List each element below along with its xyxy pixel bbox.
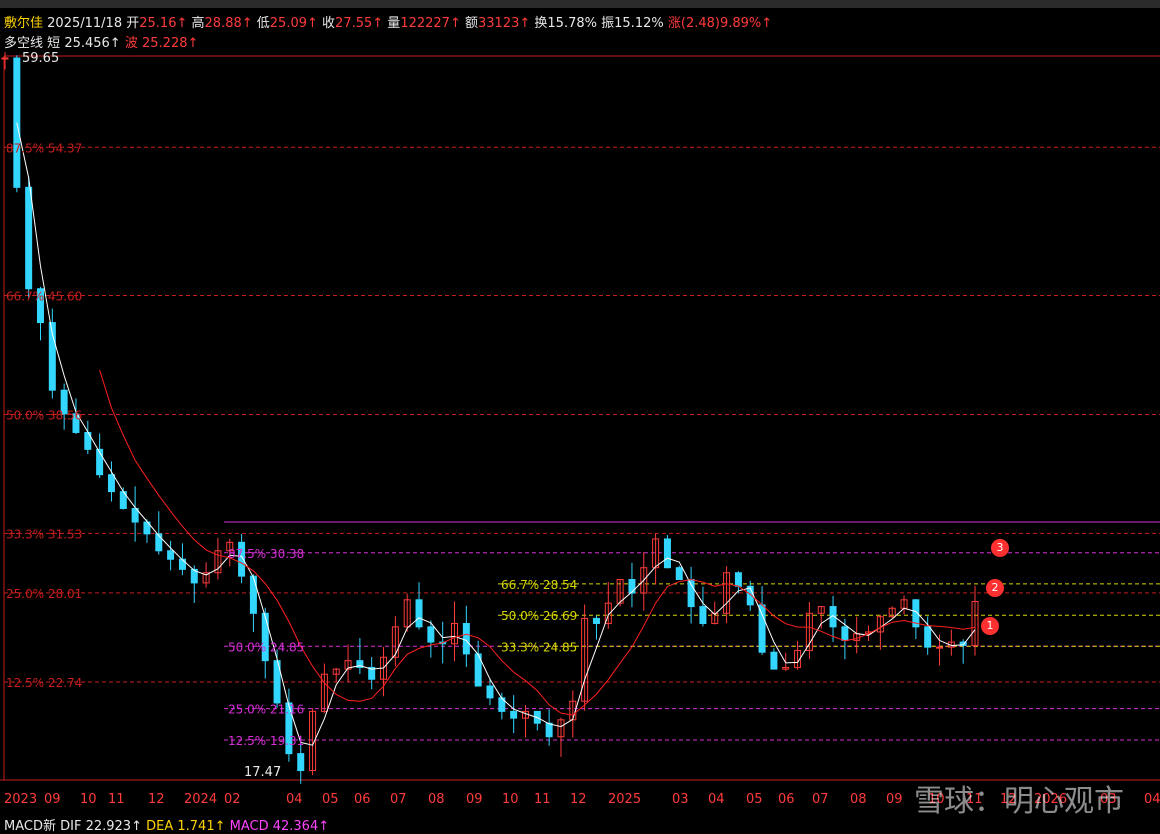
close-label: 收 <box>322 16 336 31</box>
candle <box>663 534 671 569</box>
date-tick-label: 2025 <box>608 792 642 807</box>
price-max-label: 59.65 <box>22 52 59 66</box>
dif-value: 22.923↑ <box>85 819 142 834</box>
price-min-label: 17.47 <box>244 765 281 780</box>
date-tick-label: 2024 <box>184 792 218 807</box>
macd-name[interactable]: MACD新 <box>4 819 56 834</box>
volume-label: 量 <box>387 16 401 31</box>
open-value: 25.16↑ <box>139 16 188 31</box>
turnover-label: 换 <box>534 16 548 31</box>
volume-value: 122227↑ <box>400 16 461 31</box>
indicator-bar: 多空线 短 25.456↑ 波 25.228↑ <box>4 32 198 51</box>
close-value: 27.55↑ <box>335 16 384 31</box>
date-tick-label: 08 <box>850 792 867 807</box>
date-tick-label: 12 <box>570 792 587 807</box>
fib-magenta-label: 50.0% 24.85 <box>228 640 304 654</box>
wave-label: 波 <box>124 36 138 51</box>
date-tick-label: 11 <box>534 792 551 807</box>
fib-left-label: 12.5% 22.74 <box>6 676 82 690</box>
marker-3[interactable]: 3 <box>991 539 1009 557</box>
dif-label: DIF <box>60 819 82 834</box>
fib-left-label: 87.5% 54.37 <box>6 141 82 155</box>
stock-name[interactable]: 敷尔佳 <box>4 16 43 31</box>
date-tick-label: 09 <box>886 792 903 807</box>
date-tick-label: 03 <box>672 792 689 807</box>
low-value: 25.09↑ <box>269 16 318 31</box>
candle <box>675 565 683 581</box>
fib-magenta-label: 87.5% 30.38 <box>228 547 304 561</box>
macd-value: 42.364↑ <box>272 819 330 834</box>
macd-bar: MACD新 DIF 22.923↑ DEA 1.741↑ MACD 42.364… <box>4 815 329 834</box>
date-tick-label: 07 <box>390 792 407 807</box>
date-tick-label: 09 <box>466 792 483 807</box>
date-tick-label: 02 <box>224 792 241 807</box>
fib-yellow-label: 50.0% 26.69 <box>501 609 577 623</box>
date-tick-label: 04 <box>1144 792 1160 807</box>
fib-yellow-label: 33.3% 24.85 <box>501 640 577 654</box>
quote-date: 2025/11/18 <box>47 16 123 31</box>
date-tick-label: 09 <box>44 792 61 807</box>
fib-left-label: 50.0% 38.56 <box>6 409 82 423</box>
fib-magenta-label: 12.5% 19.31 <box>228 734 304 748</box>
short-label: 短 <box>47 36 61 51</box>
fib-left-label: 25.0% 28.01 <box>6 587 82 601</box>
short-value: 25.456↑ <box>64 36 121 51</box>
date-tick-label: 12 <box>148 792 165 807</box>
dea-value: 1.741↑ <box>177 819 226 834</box>
amount-value: 33123↑ <box>478 16 531 31</box>
fib-magenta-label: 25.0% 21.16 <box>228 703 304 717</box>
window-toolbar-strip <box>0 0 1160 8</box>
amplitude-label: 振 <box>601 16 615 31</box>
wave-value: 25.228↑ <box>142 36 199 51</box>
date-tick-label: 04 <box>708 792 725 807</box>
date-tick-label: 06 <box>778 792 795 807</box>
price-chart[interactable]: 87.5% 54.37 66.7% 45.60 50.0% 38.56 33.3% 3… <box>0 52 1160 792</box>
amount-label: 额 <box>464 16 478 31</box>
marker-2[interactable]: 2 <box>986 579 1004 597</box>
high-value: 28.88↑ <box>204 16 253 31</box>
date-tick-label: 04 <box>286 792 303 807</box>
watermark: 雪球：明心观市 <box>914 784 1124 819</box>
date-tick-label: 2023 <box>4 792 38 807</box>
change-label: 涨 <box>667 16 681 31</box>
marker-1[interactable]: 1 <box>981 617 999 635</box>
macd-label: MACD <box>229 819 269 834</box>
fib-left-label: 66.7% 45.60 <box>6 290 82 304</box>
high-label: 高 <box>191 16 205 31</box>
quote-info-bar: 敷尔佳 2025/11/18 开25.16↑ 高28.88↑ 低25.09↑ 收… <box>4 12 772 31</box>
date-tick-label: 08 <box>428 792 445 807</box>
amplitude-value: 15.12% <box>614 16 664 31</box>
date-tick-label: 10 <box>80 792 97 807</box>
open-label: 开 <box>126 16 140 31</box>
date-tick-label: 05 <box>322 792 339 807</box>
fib-yellow-label: 66.7% 28.54 <box>501 578 577 592</box>
dea-label: DEA <box>146 819 174 834</box>
date-tick-label: 07 <box>812 792 829 807</box>
date-tick-label: 06 <box>354 792 371 807</box>
date-tick-label: 05 <box>746 792 763 807</box>
indicator-name[interactable]: 多空线 <box>4 36 43 51</box>
turnover-value: 15.78% <box>547 16 597 31</box>
low-label: 低 <box>256 16 270 31</box>
change-value: (2.48)9.89%↑ <box>680 16 773 31</box>
date-tick-label: 10 <box>502 792 519 807</box>
date-tick-label: 11 <box>108 792 125 807</box>
fib-left-label: 33.3% 31.53 <box>6 527 82 541</box>
